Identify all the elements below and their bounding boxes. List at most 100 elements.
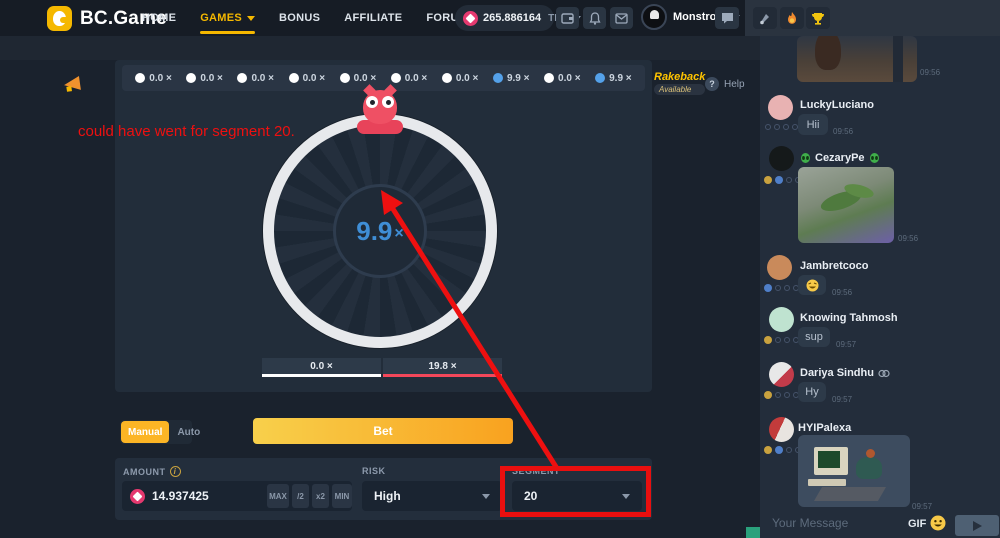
avatar[interactable] (769, 417, 794, 442)
shuttlecock-icon (758, 11, 772, 25)
message-time: 09:57 (832, 395, 852, 404)
history-chip: 0.0 × (237, 73, 274, 84)
message-time: 09:56 (832, 288, 852, 297)
trophy-icon (811, 12, 825, 25)
message-time: 09:56 (833, 127, 853, 136)
trx-coin-icon (130, 489, 145, 504)
manual-mode-button[interactable]: Manual (121, 421, 169, 443)
multiplier-tab-high[interactable]: 19.8 × (383, 358, 502, 377)
chevron-down-icon (622, 494, 630, 499)
wallet-button[interactable] (556, 7, 579, 29)
amount-value: 14.937425 (152, 489, 209, 503)
result-dot-icon (442, 73, 452, 83)
history-chip: 9.9 × (493, 73, 530, 84)
chat-toggle-button[interactable] (715, 7, 739, 29)
chat-username[interactable]: Knowing Tahmosh (800, 312, 898, 324)
multiplier-tab-low[interactable]: 0.0 × (262, 358, 381, 377)
history-chip: 0.0 × (442, 73, 479, 84)
history-chip: 0.0 × (391, 73, 428, 84)
avatar[interactable] (767, 255, 792, 280)
message-time: 09:56 (920, 68, 940, 77)
result-dot-icon (595, 73, 605, 83)
messages-button[interactable] (610, 7, 633, 29)
sports-chat-tab[interactable] (753, 7, 777, 29)
amount-double-button[interactable]: x2 (312, 484, 329, 508)
chat-username[interactable]: CezaryPe (800, 152, 880, 164)
chevron-down-icon (247, 16, 255, 21)
result-history-bar: 0.0 × 0.0 × 0.0 × 0.0 × 0.0 × 0.0 × 0.0 … (122, 65, 645, 91)
chat-username[interactable]: HYIPalexa (798, 422, 851, 434)
announcement-bar: WELCOME Joe26 JOIN THE GAME Rakeback Ava… (0, 36, 765, 60)
owl-mascot-icon (363, 90, 397, 124)
multiplier-tabs: 0.0 × 19.8 × (262, 358, 502, 377)
nav-home[interactable]: HOME (142, 0, 176, 36)
result-dot-icon (544, 73, 554, 83)
amount-min-button[interactable]: MIN (332, 484, 352, 508)
message-time: 09:56 (898, 234, 918, 243)
trx-coin-icon (463, 11, 478, 26)
bet-button[interactable]: Bet (253, 418, 513, 444)
annotation-text: could have went for segment 20. (78, 123, 295, 140)
bet-controls-panel: AMOUNT i 14.937425 MAX /2 x2 MIN RISK Hi… (115, 458, 652, 520)
alien-icon (869, 153, 880, 164)
chat-sidebar: 09:56 LuckyLuciano Hii 09:56 CezaryPe 09… (760, 36, 1000, 538)
message-time: 09:57 (912, 502, 932, 511)
nav-bonus[interactable]: BONUS (279, 0, 320, 36)
chat-username[interactable]: Dariya Sindhu (800, 367, 890, 379)
history-chip: 0.0 × (340, 73, 377, 84)
chat-icon (721, 12, 734, 24)
flame-icon (785, 11, 799, 25)
emoji-message (798, 275, 826, 295)
chat-header: Global (745, 0, 1000, 36)
leaderboard-chat-tab[interactable] (806, 7, 830, 29)
chat-username[interactable]: Jambretcoco (800, 260, 868, 272)
rakeback-title: Rakeback (654, 72, 705, 83)
result-dot-icon (237, 73, 247, 83)
balance-selector[interactable]: 265.886164 TRX (455, 5, 554, 31)
chat-message-input[interactable] (772, 516, 897, 530)
chat-username[interactable]: LuckyLuciano (800, 99, 874, 111)
megaphone-icon (63, 76, 81, 92)
emoji-picker-button[interactable] (930, 515, 946, 536)
history-chip: 0.0 × (135, 73, 172, 84)
notifications-button[interactable] (583, 7, 606, 29)
gif-button[interactable]: GIF (908, 518, 926, 530)
amount-half-button[interactable]: /2 (292, 484, 309, 508)
segment-label: SEGMENT (512, 466, 560, 476)
question-mark-icon: ? (705, 77, 719, 91)
wheel-result-multiplier: 9.9 × (333, 184, 427, 278)
result-dot-icon (493, 73, 503, 83)
balance-value: 265.886164 (483, 12, 541, 24)
history-chip: 9.9 × (595, 73, 632, 84)
result-dot-icon (186, 73, 196, 83)
chat-image (798, 167, 894, 243)
wallet-icon (561, 12, 574, 24)
auto-mode-button[interactable]: Auto (170, 427, 207, 438)
send-message-button[interactable] (955, 515, 999, 536)
laughing-emoji-icon (806, 279, 819, 292)
chevron-down-icon (482, 494, 490, 499)
bc-game-app: BC.Game HOME GAMES BONUS AFFILIATE FORUM… (0, 0, 1000, 538)
hot-chat-tab[interactable] (780, 7, 804, 29)
history-chip: 0.0 × (186, 73, 223, 84)
bc-game-logo-icon (47, 6, 72, 31)
message-time: 09:57 (836, 340, 856, 349)
avatar[interactable] (769, 307, 794, 332)
tab-underline (383, 374, 502, 377)
result-dot-icon (340, 73, 350, 83)
avatar[interactable] (769, 362, 794, 387)
main-nav: HOME GAMES BONUS AFFILIATE FORUM (142, 0, 468, 36)
chat-image (798, 435, 910, 507)
tab-underline (262, 374, 381, 377)
help-button[interactable]: ? Help (705, 77, 745, 91)
send-arrow-icon (973, 521, 982, 531)
amount-max-button[interactable]: MAX (267, 484, 289, 508)
nav-games[interactable]: GAMES (200, 0, 255, 36)
segment-select[interactable]: 20 (512, 481, 642, 511)
history-chip: 0.0 × (544, 73, 581, 84)
risk-select[interactable]: High (362, 481, 502, 511)
avatar[interactable] (769, 146, 794, 171)
avatar[interactable] (768, 95, 793, 120)
nav-affiliate[interactable]: AFFILIATE (344, 0, 402, 36)
amount-label: AMOUNT i (123, 466, 181, 477)
